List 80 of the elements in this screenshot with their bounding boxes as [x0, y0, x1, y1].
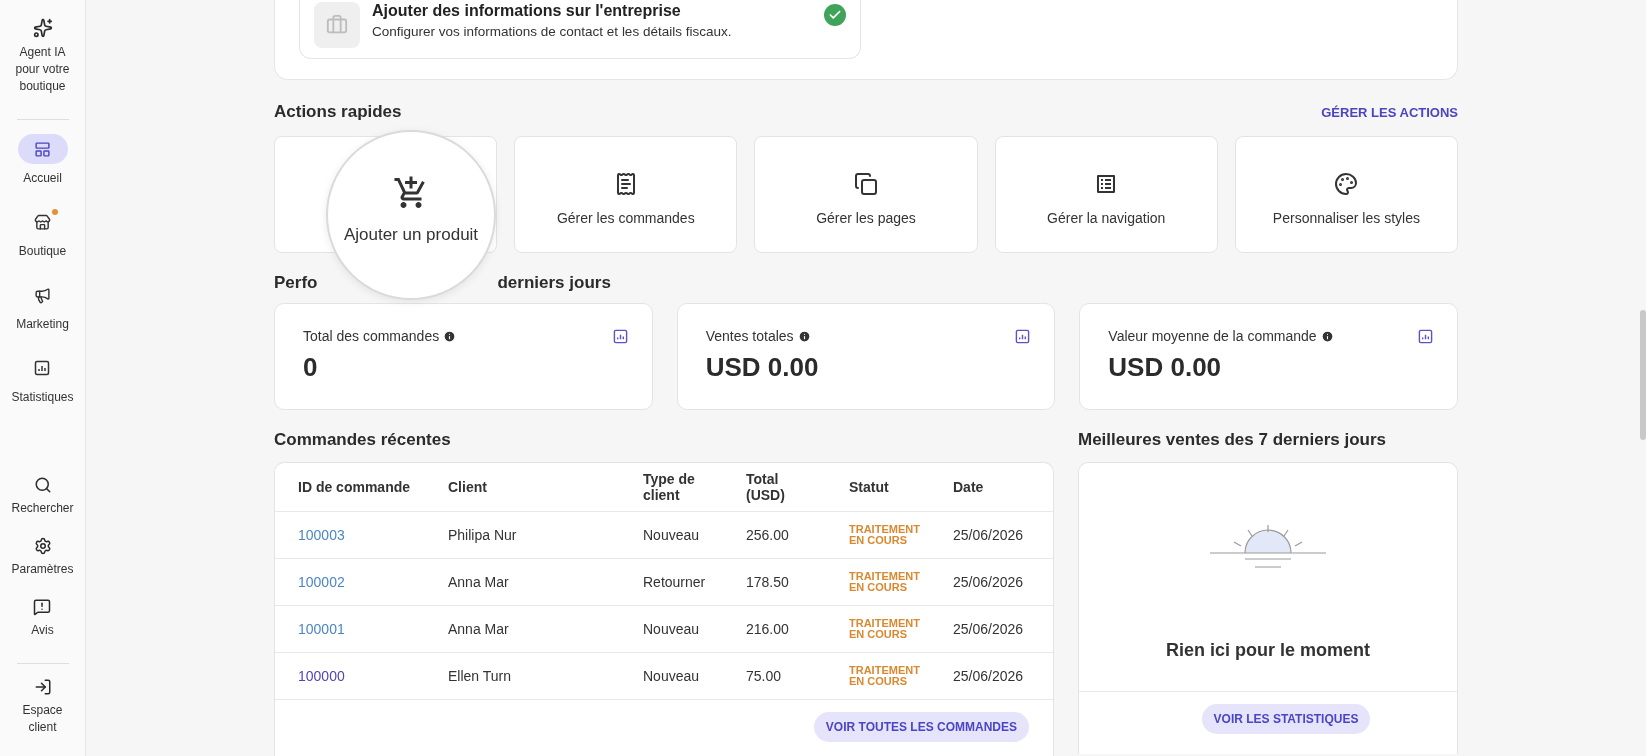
view-statistics-button[interactable]: VOIR LES STATISTIQUES: [1201, 704, 1371, 734]
action-card[interactable]: Gérer les pages: [754, 136, 978, 253]
table-cell: Nouveau: [643, 652, 746, 700]
action-card[interactable]: Personnaliser les styles: [1234, 136, 1458, 253]
status-label: TRAITEMENT EN COURS: [849, 570, 921, 593]
feedback-icon[interactable]: [33, 598, 52, 616]
order-id-link[interactable]: 100000: [298, 668, 345, 684]
setup-title: Ajouter des informations sur l'entreprise: [372, 2, 682, 20]
table-cell: 216.00: [746, 605, 849, 653]
table-cell: Anna Mar: [448, 605, 643, 653]
status-label: TRAITEMENT EN COURS: [849, 523, 921, 546]
megaphone-icon: [34, 286, 51, 304]
order-id-link[interactable]: 100002: [298, 574, 345, 590]
table-cell: 75.00: [746, 652, 849, 700]
column-header: ID de commande: [275, 463, 448, 512]
sparkle-icon[interactable]: [32, 18, 53, 38]
storefront-icon: [34, 213, 51, 231]
action-card[interactable]: Gérer les commandes: [514, 136, 738, 253]
column-header: Type de client: [643, 463, 746, 512]
stat-value: USD 0.00: [1108, 352, 1223, 383]
chart-icon: [34, 360, 51, 376]
chart-icon: [1418, 328, 1433, 344]
search-icon[interactable]: [33, 476, 52, 494]
settings-icon[interactable]: [33, 537, 52, 555]
dashboard-icon: [34, 140, 51, 158]
empty-message: Rien ici pour le moment: [1166, 640, 1370, 661]
sidebar-item[interactable]: Marketing: [16, 316, 69, 333]
table-cell: 25/06/2026: [953, 605, 1053, 653]
sidebar-item[interactable]: Avis: [31, 622, 54, 639]
chart-icon: [612, 328, 628, 344]
action-card[interactable]: Gérer la navigation: [994, 136, 1218, 253]
info-icon[interactable]: [443, 329, 457, 343]
stat-label: Total des commandes: [303, 328, 440, 344]
section-title-fragment: Perfo: [274, 273, 318, 293]
table-cell: 25/06/2026: [953, 511, 1053, 559]
status-label: TRAITEMENT EN COURS: [849, 664, 921, 687]
section-title: Commandes récentes: [274, 430, 451, 450]
stat-value: USD 0.00: [705, 352, 820, 383]
column-header: Total (USD): [746, 463, 849, 512]
section-title-fragment: derniers jours: [497, 273, 611, 293]
status-label: TRAITEMENT EN COURS: [849, 617, 921, 640]
order-id-link[interactable]: 100003: [298, 527, 345, 543]
stat-label: Ventes totales: [705, 328, 794, 344]
stat-value: 0: [303, 352, 319, 383]
sidebar-item[interactable]: Boutique: [18, 243, 67, 260]
stat-label: Valeur moyenne de la commande: [1108, 328, 1317, 344]
setup-description: Configurer vos informations de contact et les détails fiscaux.: [372, 24, 733, 39]
sidebar-item[interactable]: Paramètres: [11, 561, 74, 578]
sign-in-icon[interactable]: [33, 678, 52, 696]
sidebar-item[interactable]: Agent IA pour votre boutique: [7, 44, 78, 95]
table-cell: 25/06/2026: [953, 652, 1053, 700]
column-header: Statut: [849, 463, 953, 512]
table-cell: 25/06/2026: [953, 558, 1053, 606]
manage-actions-link[interactable]: GÉRER LES ACTIONS: [1321, 104, 1458, 120]
column-header: Date: [953, 463, 1053, 512]
table-cell: Philipa Nur: [448, 511, 643, 559]
table-cell: 178.50: [746, 558, 849, 606]
order-id-link[interactable]: 100001: [298, 621, 345, 637]
setup-card[interactable]: Ajouter des informations sur l'entreprise Configurer vos informations de contact et les détails fiscaux.: [299, 0, 861, 59]
view-all-orders-button[interactable]: VOIR TOUTES LES COMMANDES: [813, 712, 1029, 742]
magnifier-tooltip[interactable]: Ajouter un produit: [326, 130, 496, 300]
section-title: Meilleures ventes des 7 derniers jours: [1078, 430, 1387, 450]
table-cell: Nouveau: [643, 605, 746, 653]
pages-icon: [854, 171, 878, 196]
table-cell: Nouveau: [643, 511, 746, 559]
table-cell: 256.00: [746, 511, 849, 559]
palette-icon: [1334, 171, 1359, 196]
table-cell: Ellen Turn: [448, 652, 643, 700]
table-cell: Retourner: [643, 558, 746, 606]
info-icon[interactable]: [1320, 329, 1334, 343]
table-cell: Anna Mar: [448, 558, 643, 606]
sidebar-item[interactable]: Accueil: [23, 170, 62, 187]
info-icon[interactable]: [797, 329, 811, 343]
sidebar-item[interactable]: Espace client: [7, 702, 78, 736]
scrollbar[interactable]: [1640, 310, 1646, 440]
sidebar-item[interactable]: Rechercher: [11, 500, 74, 517]
column-header: Client: [448, 463, 643, 512]
sidebar-item[interactable]: Statistiques: [11, 389, 74, 406]
chart-icon: [1015, 328, 1031, 344]
section-title: Actions rapides: [274, 102, 402, 122]
